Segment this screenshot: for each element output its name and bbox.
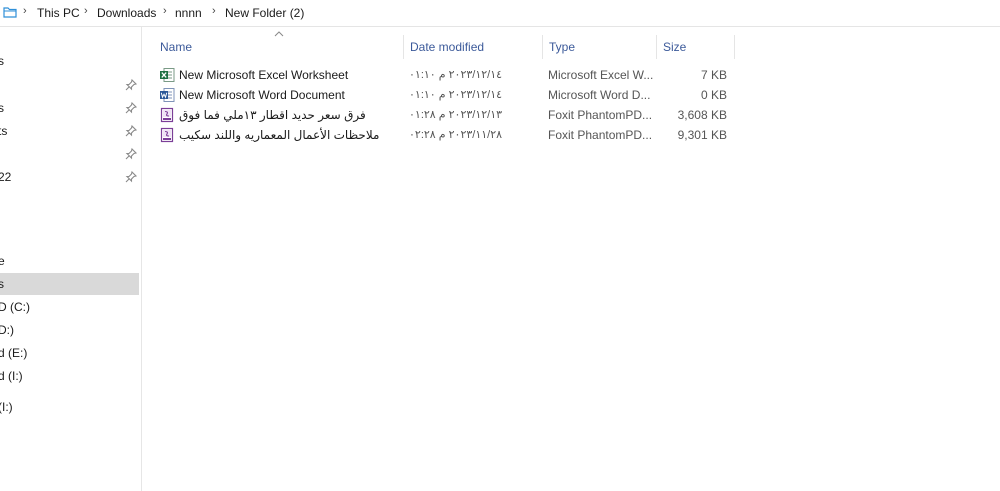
file-size: 0 KB (700, 88, 727, 102)
nav-item[interactable]: e (0, 250, 139, 272)
file-name: New Microsoft Excel Worksheet (179, 68, 349, 82)
nav-item[interactable] (0, 74, 139, 96)
column-divider[interactable] (656, 35, 657, 59)
nav-item-label: d (I:) (0, 369, 23, 383)
column-header-date[interactable]: Date modified (410, 39, 484, 61)
nav-item-label: s (0, 50, 4, 72)
file-size: 3,608 KB (677, 108, 727, 122)
nav-item-label: D (C:) (0, 300, 30, 314)
breadcrumb-this-pc[interactable]: This PC (37, 6, 80, 20)
navigation-pane[interactable]: s s ts 22 e s D (C:) D:) d (E:) d (I:) (… (0, 27, 142, 491)
nav-item-selected[interactable]: s (0, 273, 139, 295)
nav-item-label: 22 (0, 170, 12, 184)
nav-item-label: s (0, 273, 4, 295)
column-header-size[interactable]: Size (663, 39, 686, 61)
breadcrumb-current-folder[interactable]: New Folder (2) (225, 6, 304, 20)
nav-item[interactable]: s (0, 97, 139, 119)
file-date: ٢٠٢٣/١٢/١٤ م ٠١:١٠ (409, 69, 503, 81)
pdf-file-icon (160, 127, 174, 143)
nav-item[interactable]: ts (0, 120, 139, 142)
pin-icon[interactable] (124, 147, 138, 161)
excel-file-icon (160, 68, 175, 82)
file-row[interactable]: New Microsoft Excel Worksheet ٢٠٢٣/١٢/١٤… (157, 65, 737, 85)
file-size: 7 KB (700, 68, 727, 82)
nav-item[interactable]: s (0, 50, 139, 72)
file-list-view[interactable]: Name Date modified Type Size New Microso… (142, 27, 1000, 491)
pdf-file-icon (160, 107, 174, 123)
nav-item-label: (I:) (0, 400, 13, 414)
nav-item[interactable] (0, 143, 139, 165)
file-row[interactable]: New Microsoft Word Document ٢٠٢٣/١٢/١٤ م… (157, 85, 737, 105)
nav-item[interactable]: 22 (0, 166, 139, 188)
nav-item-label: D:) (0, 323, 14, 337)
column-divider[interactable] (403, 35, 404, 59)
file-type: Foxit PhantomPD... (548, 128, 653, 142)
pin-icon[interactable] (124, 101, 138, 115)
column-divider[interactable] (734, 35, 735, 59)
file-date: ٢٠٢٣/١٢/١٤ م ٠١:١٠ (409, 89, 503, 101)
chevron-right-icon[interactable]: › (212, 5, 216, 17)
breadcrumb-downloads[interactable]: Downloads (97, 6, 156, 20)
file-type: Microsoft Excel W... (548, 68, 654, 82)
file-name: فرق سعر حديد اقطار ١٣ملي فما فوق (179, 108, 366, 122)
nav-item-label: ts (0, 124, 8, 138)
nav-item-drive-e[interactable]: d (E:) (0, 342, 139, 364)
breadcrumb-nnnn[interactable]: nnnn (175, 6, 202, 20)
address-bar[interactable]: › This PC › Downloads › nnnn › New Folde… (0, 0, 1000, 27)
file-row[interactable]: فرق سعر حديد اقطار ١٣ملي فما فوق ٢٠٢٣/١٢… (157, 105, 737, 125)
nav-item-drive-i-network[interactable]: (I:) (0, 396, 139, 418)
file-type: Foxit PhantomPD... (548, 108, 653, 122)
nav-item-drive-i[interactable]: d (I:) (0, 365, 139, 387)
pin-icon[interactable] (124, 124, 138, 138)
nav-item-label: d (E:) (0, 346, 28, 360)
file-row[interactable]: ملاحظات الأعمال المعماريه واللند سكيب ٢٠… (157, 125, 737, 145)
column-header-name[interactable]: Name (160, 39, 192, 61)
nav-item-label: s (0, 97, 4, 119)
sort-ascending-icon (274, 31, 284, 37)
chevron-right-icon[interactable]: › (23, 5, 27, 17)
column-divider[interactable] (542, 35, 543, 59)
file-size: 9,301 KB (677, 128, 727, 142)
file-date: ٢٠٢٣/١١/٢٨ م ٠٢:٢٨ (409, 129, 503, 141)
chevron-right-icon[interactable]: › (163, 5, 167, 17)
folder-icon (3, 7, 17, 18)
file-type: Microsoft Word D... (548, 88, 651, 102)
file-name: ملاحظات الأعمال المعماريه واللند سكيب (179, 128, 380, 142)
word-file-icon (160, 88, 175, 102)
file-date: ٢٠٢٣/١٢/١٣ م ٠١:٢٨ (409, 109, 503, 121)
chevron-right-icon[interactable]: › (84, 5, 88, 17)
nav-item-label: e (0, 250, 5, 272)
pin-icon[interactable] (124, 170, 138, 184)
column-header-type[interactable]: Type (549, 39, 575, 61)
pin-icon[interactable] (124, 78, 138, 92)
file-name: New Microsoft Word Document (179, 88, 345, 102)
nav-item-drive-d[interactable]: D:) (0, 319, 139, 341)
nav-item-drive-c[interactable]: D (C:) (0, 296, 139, 318)
